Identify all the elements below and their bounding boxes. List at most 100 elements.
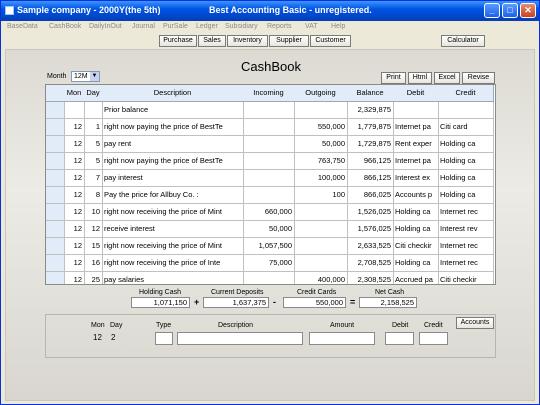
close-icon[interactable]: ✕ (520, 3, 536, 18)
col-outgoing[interactable]: Outgoing (294, 85, 348, 102)
cell-mon[interactable]: 12 (64, 238, 85, 255)
cell-debit[interactable]: Citi checkir (393, 238, 439, 255)
cell-incoming[interactable]: 1,057,500 (243, 238, 295, 255)
table-row[interactable]: 12 5 pay rent 50,000 1,729,875 Rent exper Hold… (46, 136, 495, 153)
cell-outgoing[interactable]: 100,000 (294, 170, 348, 187)
cell-description[interactable]: right now receiving the price of Mint (102, 204, 244, 221)
col-credit[interactable]: Credit (438, 85, 494, 102)
cell-outgoing[interactable] (294, 204, 348, 221)
col-description[interactable]: Description (102, 85, 244, 102)
row-header[interactable] (46, 238, 65, 255)
cell-balance[interactable]: 2,308,525 (347, 272, 394, 284)
cell-outgoing[interactable]: 763,750 (294, 153, 348, 170)
cell-mon[interactable] (64, 102, 85, 119)
col-mon[interactable]: Mon (64, 85, 85, 102)
menu-basedata[interactable]: BaseData (7, 23, 38, 30)
excel-button[interactable]: Excel (434, 72, 460, 84)
cell-mon[interactable]: 12 (64, 221, 85, 238)
cell-credit[interactable]: Internet rec (438, 204, 494, 221)
cell-credit[interactable]: Holding ca (438, 187, 494, 204)
maximize-icon[interactable]: □ (502, 3, 518, 18)
cell-balance[interactable]: 1,729,875 (347, 136, 394, 153)
col-balance[interactable]: Balance (347, 85, 394, 102)
cell-incoming[interactable] (243, 272, 295, 284)
cell-balance[interactable]: 966,125 (347, 153, 394, 170)
cell-debit[interactable] (393, 102, 439, 119)
row-header[interactable] (46, 272, 65, 284)
cell-mon[interactable]: 12 (64, 136, 85, 153)
minimize-icon[interactable]: _ (484, 3, 500, 18)
cell-balance[interactable]: 2,329,875 (347, 102, 394, 119)
cell-debit[interactable]: Holding ca (393, 255, 439, 272)
table-row[interactable]: 12 25 pay salaries 400,000 2,308,525 Accrued … (46, 272, 495, 284)
cell-credit[interactable]: Holding ca (438, 170, 494, 187)
menu-vat[interactable]: VAT (305, 23, 318, 30)
cell-description[interactable]: right now paying the price of BestTe (102, 153, 244, 170)
cell-credit[interactable]: Citi card (438, 119, 494, 136)
cell-day[interactable]: 8 (84, 187, 103, 204)
cell-outgoing[interactable]: 550,000 (294, 119, 348, 136)
cell-description[interactable]: Pay the price for Allbuy Co. : (102, 187, 244, 204)
cell-debit[interactable]: Holding ca (393, 204, 439, 221)
menu-dailyinout[interactable]: DailyInOut (89, 23, 122, 30)
cell-mon[interactable]: 12 (64, 204, 85, 221)
col-incoming[interactable]: Incoming (243, 85, 295, 102)
cell-outgoing[interactable]: 50,000 (294, 136, 348, 153)
cell-description[interactable]: pay interest (102, 170, 244, 187)
row-header[interactable] (46, 255, 65, 272)
cell-outgoing[interactable] (294, 102, 348, 119)
cell-credit[interactable]: Citi checkir (438, 272, 494, 284)
cell-debit[interactable]: Internet pa (393, 153, 439, 170)
print-button[interactable]: Print (381, 72, 406, 84)
row-header[interactable] (46, 136, 65, 153)
cell-credit[interactable] (438, 102, 494, 119)
cell-description[interactable]: Prior balance (102, 102, 244, 119)
cell-balance[interactable]: 1,779,875 (347, 119, 394, 136)
cell-incoming[interactable] (243, 102, 295, 119)
menu-ledger[interactable]: Ledger (196, 23, 218, 30)
cell-debit[interactable]: Accounts p (393, 187, 439, 204)
cell-balance[interactable]: 866,025 (347, 187, 394, 204)
table-row[interactable]: 12 12 receive interest 50,000 1,576,025 Holdi… (46, 221, 495, 238)
cell-outgoing[interactable] (294, 255, 348, 272)
menu-subsidiary[interactable]: Subsidiary (225, 23, 258, 30)
col-debit[interactable]: Debit (393, 85, 439, 102)
table-row[interactable]: 12 16 right now receiving the price of Int… (46, 255, 495, 272)
cell-day[interactable]: 25 (84, 272, 103, 284)
cell-day[interactable]: 5 (84, 136, 103, 153)
cell-incoming[interactable] (243, 136, 295, 153)
cell-balance[interactable]: 1,576,025 (347, 221, 394, 238)
cell-description[interactable]: pay salaries (102, 272, 244, 284)
entry-day-value[interactable]: 2 (111, 333, 115, 342)
cell-mon[interactable]: 12 (64, 119, 85, 136)
entry-debit-field[interactable] (385, 332, 414, 345)
table-row[interactable]: 12 7 pay interest 100,000 866,125 Interest ex… (46, 170, 495, 187)
html-button[interactable]: Html (408, 72, 432, 84)
cell-day[interactable]: 7 (84, 170, 103, 187)
table-row[interactable]: 12 1 right now paying the price of BestTe 5… (46, 119, 495, 136)
cell-debit[interactable]: Interest ex (393, 170, 439, 187)
cell-description[interactable]: right now receiving the price of Inte (102, 255, 244, 272)
calculator-button[interactable]: Calculator (441, 35, 485, 47)
table-row[interactable]: 12 10 right now receiving the price of Min… (46, 204, 495, 221)
menu-journal[interactable]: Journal (132, 23, 155, 30)
cell-debit[interactable]: Holding ca (393, 221, 439, 238)
row-header[interactable] (46, 102, 65, 119)
cell-incoming[interactable]: 75,000 (243, 255, 295, 272)
cell-credit[interactable]: Internet rec (438, 238, 494, 255)
purchase-button[interactable]: Purchase (159, 35, 197, 47)
cell-mon[interactable]: 12 (64, 255, 85, 272)
col-day[interactable]: Day (84, 85, 103, 102)
cell-mon[interactable]: 12 (64, 170, 85, 187)
cell-mon[interactable]: 12 (64, 187, 85, 204)
revise-button[interactable]: Revise (462, 72, 495, 84)
table-row[interactable]: 12 8 Pay the price for Allbuy Co. : 100 866,… (46, 187, 495, 204)
cell-balance[interactable]: 2,708,525 (347, 255, 394, 272)
row-header[interactable] (46, 204, 65, 221)
cell-description[interactable]: right now paying the price of BestTe (102, 119, 244, 136)
row-header[interactable] (46, 170, 65, 187)
cell-day[interactable]: 10 (84, 204, 103, 221)
cell-outgoing[interactable]: 400,000 (294, 272, 348, 284)
table-row[interactable]: 12 5 right now paying the price of BestTe 7… (46, 153, 495, 170)
sales-button[interactable]: Sales (198, 35, 226, 47)
